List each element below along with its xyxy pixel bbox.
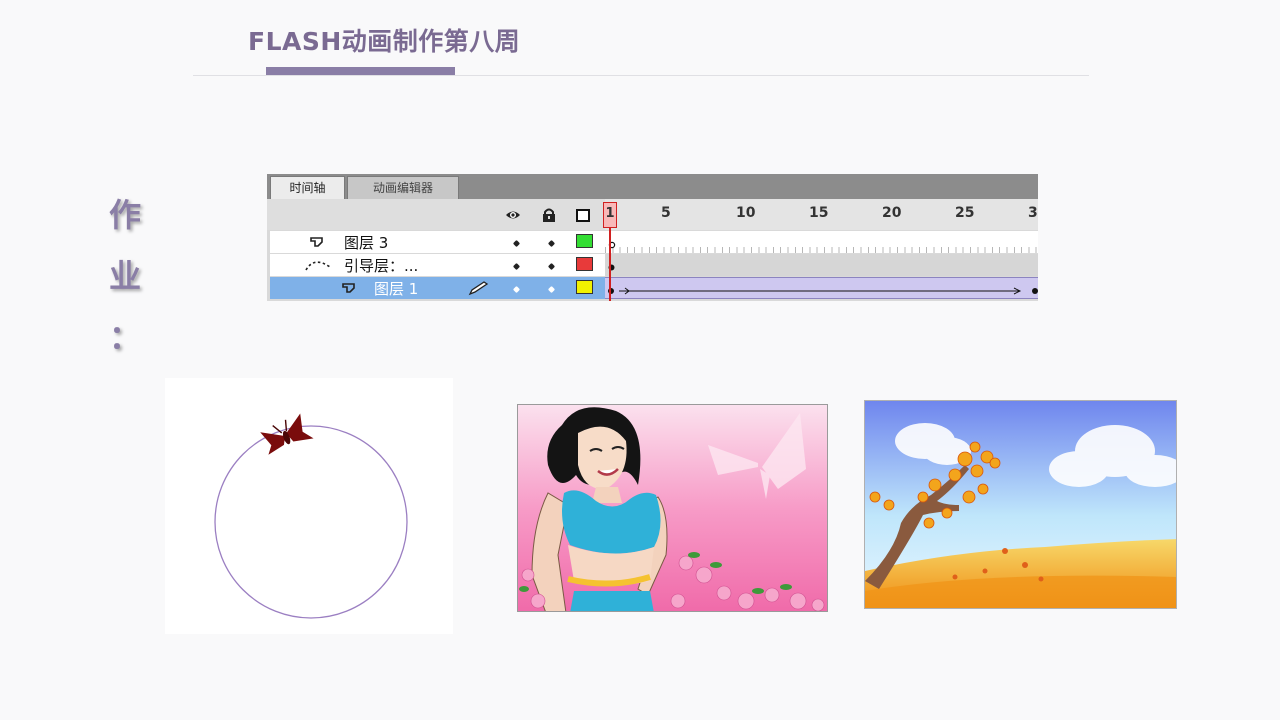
autumn-landscape-image bbox=[864, 400, 1177, 609]
frame-ruler[interactable]: 5 10 15 20 25 3 bbox=[605, 199, 1038, 230]
slide-title: FLASH动画制作第八周 bbox=[248, 27, 521, 56]
pencil-icon bbox=[468, 281, 489, 296]
frame-number: 10 bbox=[736, 205, 756, 221]
frame-number: 25 bbox=[955, 205, 975, 221]
layer-name: 引导层：... bbox=[344, 257, 419, 275]
homework-label: 作 业 ： bbox=[98, 190, 152, 373]
timeline-tab-bar: 时间轴 动画编辑器 bbox=[267, 174, 1038, 199]
frame-number: 20 bbox=[882, 205, 902, 221]
playhead[interactable]: 1 bbox=[603, 202, 617, 228]
playhead-line bbox=[609, 228, 611, 301]
girl-illustration bbox=[518, 405, 827, 611]
tween-arrow bbox=[608, 287, 1038, 295]
guide-layer-icon bbox=[305, 261, 331, 271]
layer-frames[interactable] bbox=[605, 254, 1038, 276]
frame-ticks bbox=[605, 247, 1038, 253]
layer-name: 图层 1 bbox=[374, 280, 419, 298]
lock-dot[interactable] bbox=[547, 285, 556, 294]
visibility-dot[interactable] bbox=[512, 285, 521, 294]
homework-label-char: 作 bbox=[108, 196, 141, 234]
title-divider bbox=[193, 75, 1089, 76]
homework-label-char: 业 bbox=[108, 257, 141, 295]
layer-row-guide[interactable]: 引导层：... bbox=[270, 254, 1038, 276]
girl-pink-background-image bbox=[517, 404, 828, 612]
frame-number: 3 bbox=[1028, 205, 1038, 221]
motion-guide-example-image bbox=[165, 378, 453, 634]
butterfly-icon bbox=[260, 413, 314, 455]
layer-color-swatch[interactable] bbox=[576, 234, 593, 248]
homework-label-char: ： bbox=[108, 318, 141, 356]
flash-timeline-panel: 时间轴 动画编辑器 5 10 15 20 25 3 1 图层 3 引导层：...… bbox=[267, 174, 1038, 301]
layer-frames[interactable] bbox=[605, 231, 1038, 253]
layer-color-swatch[interactable] bbox=[576, 257, 593, 271]
eye-icon[interactable] bbox=[505, 208, 521, 222]
layer-icon bbox=[310, 237, 323, 247]
title-accent-bar bbox=[266, 67, 455, 75]
autumn-illustration bbox=[865, 401, 1176, 608]
frame-number: 15 bbox=[809, 205, 829, 221]
frame-number: 5 bbox=[661, 205, 671, 221]
lock-dot[interactable] bbox=[547, 262, 556, 271]
layer-icon bbox=[342, 283, 355, 293]
motion-tween-span[interactable] bbox=[605, 277, 1038, 299]
lock-icon[interactable] bbox=[541, 208, 557, 222]
layer-row-layer1[interactable]: 图层 1 bbox=[270, 277, 1038, 299]
motion-guide-drawing bbox=[214, 413, 408, 619]
tab-motion-editor[interactable]: 动画编辑器 bbox=[347, 176, 459, 199]
layer-row-layer3[interactable]: 图层 3 bbox=[270, 231, 1038, 253]
visibility-dot[interactable] bbox=[512, 239, 521, 248]
layer-color-swatch[interactable] bbox=[576, 280, 593, 294]
outline-icon[interactable] bbox=[576, 209, 590, 222]
tab-timeline[interactable]: 时间轴 bbox=[270, 176, 345, 199]
lock-dot[interactable] bbox=[547, 239, 556, 248]
layer-name: 图层 3 bbox=[344, 234, 389, 252]
visibility-dot[interactable] bbox=[512, 262, 521, 271]
